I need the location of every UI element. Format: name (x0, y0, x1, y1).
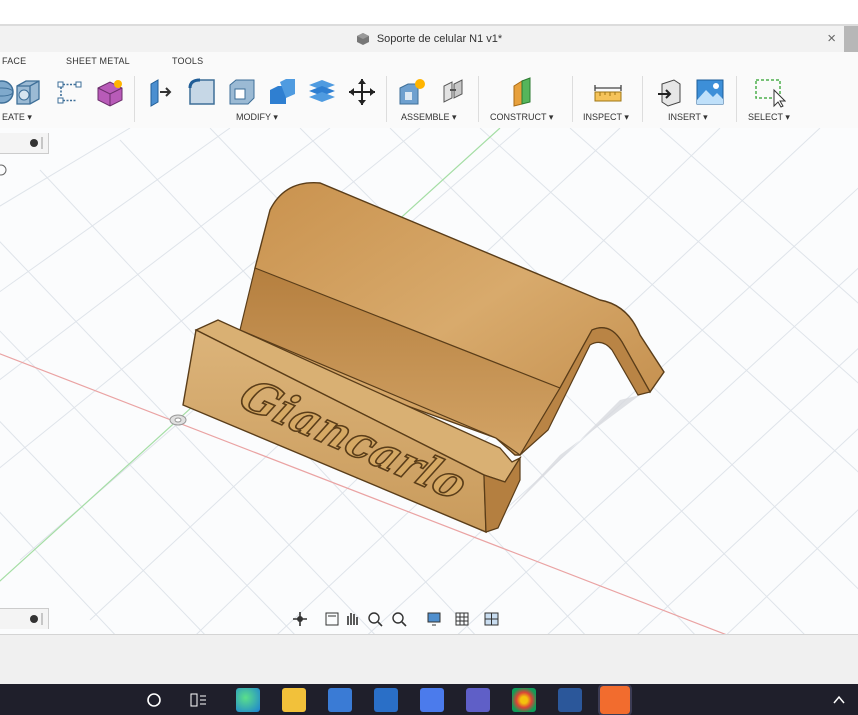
fillet-icon[interactable] (186, 76, 218, 108)
file-explorer-icon[interactable] (282, 688, 306, 712)
look-at-icon[interactable] (325, 612, 339, 626)
chrome-icon[interactable] (512, 688, 536, 712)
pan-icon[interactable] (347, 613, 358, 625)
fusion360-icon[interactable] (598, 684, 632, 715)
tab-surface[interactable]: FACE (2, 56, 26, 66)
combine-icon[interactable] (266, 76, 298, 108)
separator (134, 76, 135, 122)
close-tab-button[interactable]: × (827, 30, 836, 47)
document-cube-icon (356, 33, 369, 45)
group-create[interactable]: EATE ▾ (2, 112, 32, 123)
ribbon: EATE ▾ MODIFY ▾ ASSEMBLE ▾ CONSTRUCT ▾ I… (0, 70, 858, 129)
sketch-icon[interactable] (54, 76, 86, 108)
scene[interactable]: Giancarlo (0, 128, 858, 634)
group-select[interactable]: SELECT ▾ (748, 112, 790, 123)
navigation-bar (293, 612, 499, 627)
separator (642, 76, 643, 122)
shell-icon[interactable] (226, 76, 258, 108)
add-comment-icon[interactable] (0, 609, 48, 629)
top-margin (0, 0, 858, 24)
3d-viewport[interactable]: Giancarlo (0, 128, 858, 634)
measure-icon[interactable] (592, 76, 624, 108)
group-insert[interactable]: INSERT ▾ (668, 112, 708, 123)
toolbar-tabs: FACE SHEET METAL TOOLS (0, 52, 858, 70)
tab-sheet-metal[interactable]: SHEET METAL (66, 56, 130, 66)
group-modify[interactable]: MODIFY ▾ (236, 112, 278, 123)
comments-panel-collapsed[interactable] (0, 608, 49, 629)
search-circle-icon[interactable] (146, 692, 162, 708)
display-settings-icon[interactable] (427, 612, 441, 626)
title-bar: Soporte de celular N1 v1* × (0, 24, 858, 54)
teams-icon[interactable] (466, 688, 490, 712)
window-title-text: Soporte de celular N1 v1* (376, 32, 503, 45)
insert-mesh-icon[interactable] (654, 76, 686, 108)
edge-browser-icon[interactable] (236, 688, 260, 712)
press-pull-icon[interactable] (146, 76, 178, 108)
group-assemble[interactable]: ASSEMBLE ▾ (401, 112, 457, 123)
group-inspect[interactable]: INSPECT ▾ (583, 112, 629, 123)
chevron-up-icon[interactable] (832, 693, 846, 707)
mail-icon[interactable] (374, 688, 398, 712)
windows-taskbar (0, 684, 858, 715)
move-icon[interactable] (346, 76, 378, 108)
form-icon[interactable] (94, 76, 126, 108)
store-icon[interactable] (328, 688, 352, 712)
word-icon[interactable] (558, 688, 582, 712)
new-component-icon[interactable] (396, 76, 428, 108)
select-window-icon[interactable] (754, 76, 786, 108)
separator (478, 76, 479, 122)
window-title: Soporte de celular N1 v1* (0, 32, 858, 46)
separator (386, 76, 387, 122)
orbit-icon[interactable] (293, 612, 307, 626)
browser-panel-collapsed[interactable] (0, 133, 49, 154)
settings-dot-icon[interactable] (0, 163, 10, 177)
separator (736, 76, 737, 122)
separator (572, 76, 573, 122)
group-construct[interactable]: CONSTRUCT ▾ (490, 112, 553, 123)
insert-image-icon[interactable] (694, 76, 726, 108)
phone-stand-model[interactable]: Giancarlo (182, 182, 665, 534)
window-control[interactable] (844, 26, 858, 54)
zoom-icon[interactable] (368, 612, 383, 627)
joint-icon[interactable] (438, 76, 470, 108)
timeline-panel (0, 634, 858, 685)
zoom-window-icon[interactable] (392, 612, 407, 627)
construct-plane-icon[interactable] (508, 76, 540, 108)
eye-icon[interactable] (0, 133, 48, 153)
viewports-icon[interactable] (484, 612, 499, 626)
grid-settings-icon[interactable] (455, 612, 469, 626)
zoom-meeting-icon[interactable] (420, 688, 444, 712)
origin-marker (169, 414, 187, 426)
tab-tools[interactable]: TOOLS (172, 56, 203, 66)
extrude-icon[interactable] (12, 76, 44, 108)
layers-icon[interactable] (306, 76, 338, 108)
task-view-icon[interactable] (190, 692, 208, 708)
